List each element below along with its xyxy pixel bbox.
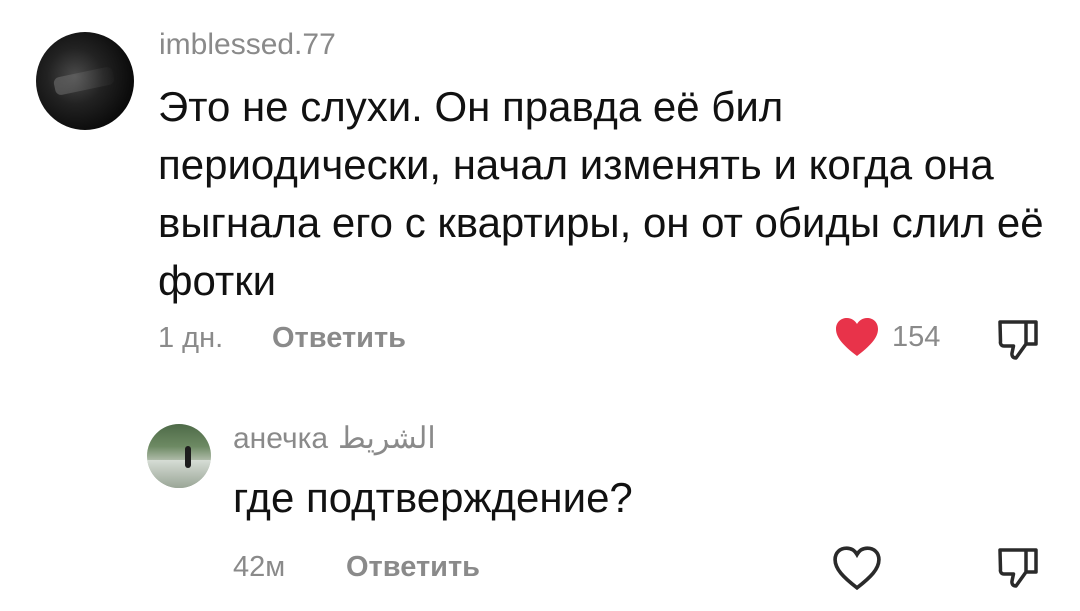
comment-text: где подтверждение? xyxy=(233,474,633,521)
comment-time: 1 дн. xyxy=(158,322,224,354)
comment-username-text[interactable]: анечка xyxy=(233,422,328,455)
heart-outline-icon xyxy=(833,546,881,590)
dislike-button[interactable] xyxy=(996,546,1040,595)
reply-button[interactable]: Ответить xyxy=(272,322,406,355)
reply-button[interactable]: Ответить xyxy=(346,551,480,584)
like-button[interactable]: 154 xyxy=(834,316,940,358)
avatar-image-detail xyxy=(147,460,211,488)
comment-time: 42м xyxy=(233,551,286,583)
avatar-image-detail xyxy=(52,65,116,97)
avatar[interactable] xyxy=(36,32,134,130)
heart-icon xyxy=(836,318,878,356)
thumbs-down-icon xyxy=(998,548,1038,588)
thumbs-down-icon xyxy=(998,320,1038,360)
comment-username[interactable]: imblessed.77 xyxy=(159,28,336,62)
dislike-button[interactable] xyxy=(996,318,1040,367)
like-count: 154 xyxy=(892,320,941,353)
comment-text: Это не слухи. Он правда её бил периодиче… xyxy=(158,83,1044,304)
avatar-image-detail xyxy=(185,446,191,468)
like-button[interactable] xyxy=(833,546,881,590)
avatar[interactable] xyxy=(147,424,211,488)
comment-username[interactable]: анечка الشريط xyxy=(233,421,436,456)
comment-username-extra: الشريط xyxy=(338,422,436,455)
